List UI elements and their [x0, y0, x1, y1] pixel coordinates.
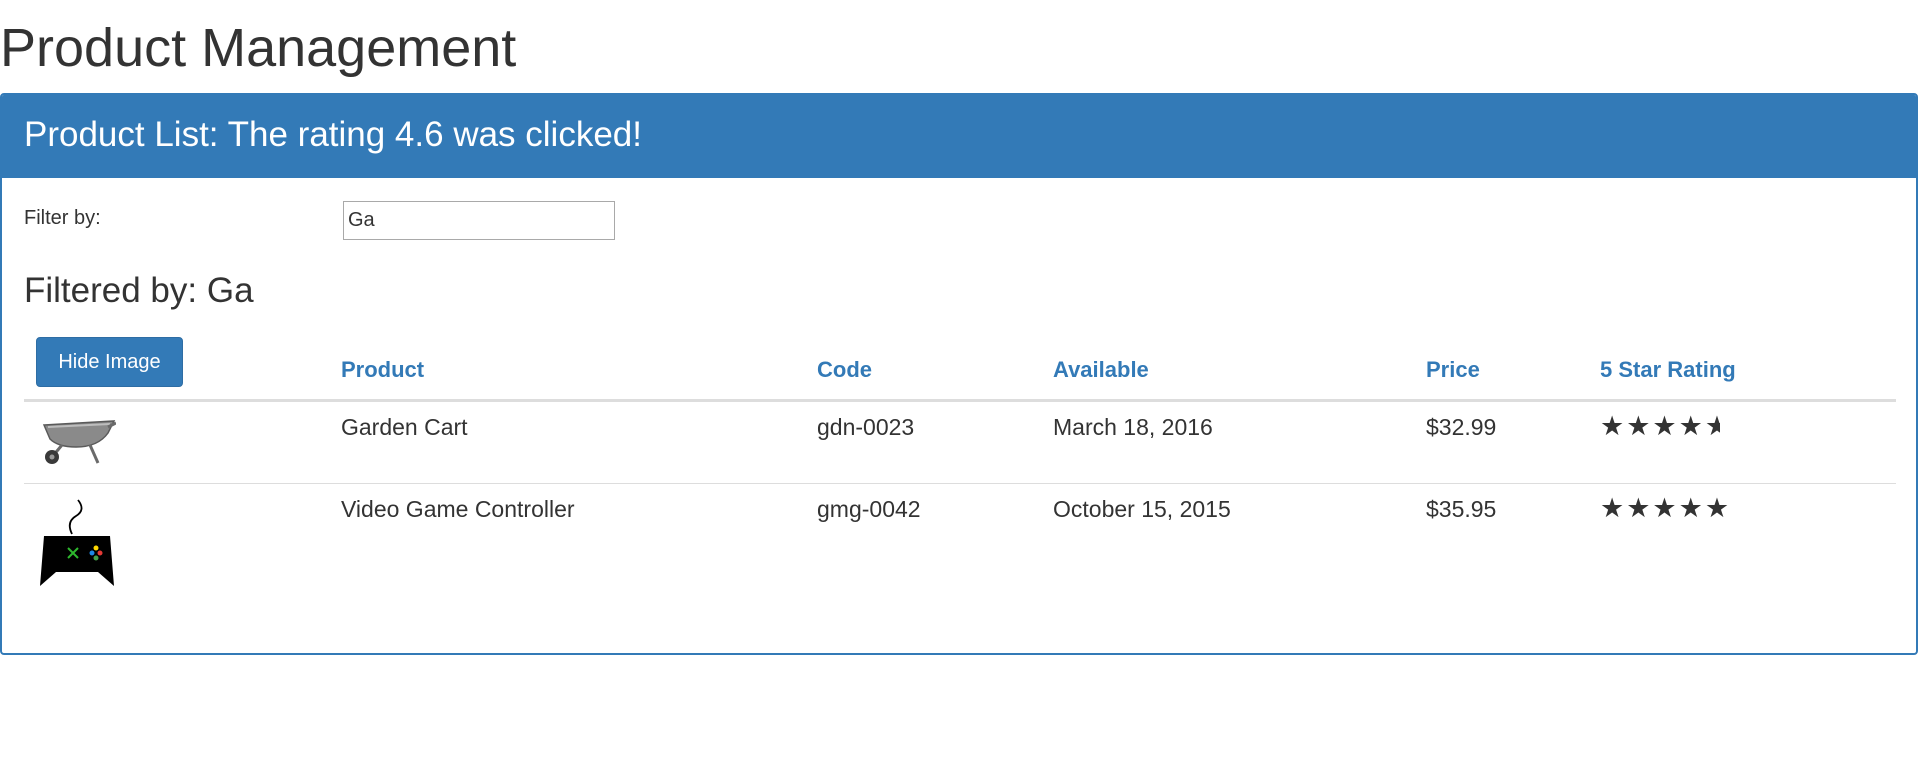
filtered-by-heading: Filtered by: Ga [24, 271, 254, 310]
panel-heading: Product List: The rating 4.6 was clicked… [2, 95, 1916, 178]
product-name: Video Game Controller [341, 496, 575, 522]
product-code: gmg-0042 [817, 496, 921, 522]
product-name: Garden Cart [341, 414, 468, 440]
gamepad-icon [40, 499, 114, 586]
product-price: $35.95 [1426, 496, 1497, 522]
hide-image-button[interactable]: Hide Image [36, 337, 183, 387]
page-title: Product Management [0, 18, 517, 78]
panel-heading-text: Product List: The rating 4.6 was clicked… [24, 115, 642, 154]
row-divider [24, 483, 1896, 484]
star-rating[interactable]: ★★★★★ [1600, 413, 1720, 439]
star-rating[interactable]: ★★★★★ [1600, 495, 1732, 521]
product-list-panel: Product List: The rating 4.6 was clicked… [0, 93, 1918, 655]
table-header-divider [24, 399, 1896, 402]
column-header-product[interactable]: Product [341, 357, 424, 383]
filter-input[interactable] [343, 201, 615, 240]
wheelbarrow-icon [42, 420, 116, 464]
column-header-available[interactable]: Available [1053, 357, 1149, 383]
column-header-rating[interactable]: 5 Star Rating [1600, 357, 1736, 383]
product-available: October 15, 2015 [1053, 496, 1231, 522]
column-header-price[interactable]: Price [1426, 357, 1480, 383]
product-price: $32.99 [1426, 414, 1497, 440]
filter-label: Filter by: [24, 207, 101, 229]
column-header-code[interactable]: Code [817, 357, 872, 383]
product-available: March 18, 2016 [1053, 414, 1213, 440]
product-code: gdn-0023 [817, 414, 915, 440]
